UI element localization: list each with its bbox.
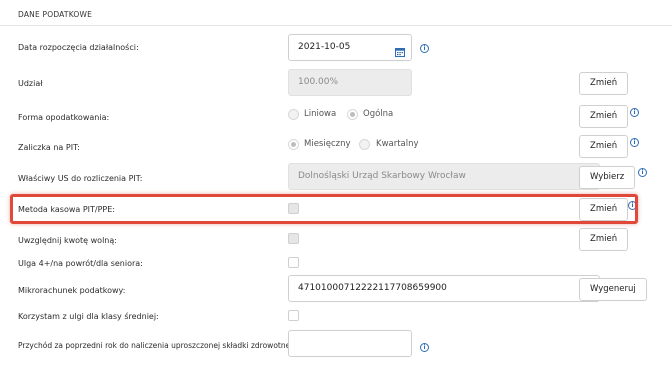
share-label: Udział — [18, 79, 43, 88]
prev-income-input[interactable] — [288, 330, 412, 357]
tax-office-choose-button[interactable]: Wybierz — [579, 166, 636, 189]
middle-class-label: Korzystam z ulgi dla klasy średniej: — [18, 312, 159, 321]
micro-account-label: Mikrorachunek podatkowy: — [18, 286, 126, 295]
share-input: 100.00% — [288, 69, 412, 96]
pit-advance-quarterly-label[interactable]: Kwartalny — [376, 139, 419, 149]
cash-method-label: Metoda kasowa PIT/PPE: — [18, 205, 115, 214]
start-date-value: 2021-10-05 — [298, 42, 351, 52]
tax-free-label: Uwzględnij kwotę wolną: — [18, 236, 117, 245]
section-title: DANE PODATKOWE — [18, 10, 93, 19]
pit-advance-label: Zaliczka na PIT: — [18, 143, 80, 152]
micro-account-generate-button[interactable]: Wygeneruj — [579, 278, 647, 301]
prev-income-label: Przychód za poprzedni rok do naliczenia … — [18, 341, 295, 350]
share-change-button[interactable]: Zmień — [579, 72, 629, 95]
tax-form-general-label[interactable]: Ogólna — [363, 109, 393, 119]
tax-free-change-button[interactable]: Zmień — [579, 228, 629, 251]
calendar-icon[interactable] — [395, 43, 405, 68]
tax-form-general-radio[interactable] — [347, 109, 358, 120]
cash-method-checkbox[interactable] — [288, 203, 299, 214]
info-icon[interactable]: i — [420, 343, 429, 352]
tax-form-label: Forma opodatkowania: — [18, 113, 110, 122]
tax-form-linear-radio[interactable] — [288, 109, 299, 120]
start-date-label: Data rozpoczęcia działalności: — [18, 43, 139, 52]
info-icon[interactable]: i — [420, 44, 429, 53]
micro-account-input[interactable]: 47101000712222117708659900 — [288, 275, 600, 302]
relief-checkbox[interactable] — [288, 257, 299, 268]
info-icon[interactable]: i — [630, 108, 639, 117]
pit-advance-quarterly-radio[interactable] — [359, 139, 370, 150]
cash-method-change-button[interactable]: Zmień — [579, 198, 629, 221]
middle-class-checkbox[interactable] — [288, 310, 299, 321]
tax-office-input: Dolnośląski Urząd Skarbowy Wrocław — [288, 163, 600, 190]
info-icon[interactable]: i — [628, 201, 637, 210]
start-date-input[interactable]: 2021-10-05 — [288, 34, 412, 61]
tax-free-checkbox[interactable] — [288, 233, 299, 244]
pit-advance-monthly-label[interactable]: Miesięczny — [304, 139, 351, 149]
pit-advance-monthly-radio[interactable] — [288, 139, 299, 150]
section-divider — [0, 25, 672, 26]
tax-form-change-button[interactable]: Zmień — [579, 105, 629, 128]
pit-advance-change-button[interactable]: Zmień — [579, 135, 629, 158]
info-icon[interactable]: i — [638, 168, 647, 177]
tax-office-label: Właściwy US do rozliczenia PIT: — [18, 174, 143, 183]
relief-label: Ulga 4+/na powrót/dla seniora: — [18, 259, 143, 268]
tax-form-linear-label[interactable]: Liniowa — [304, 109, 336, 119]
info-icon[interactable]: i — [630, 138, 639, 147]
